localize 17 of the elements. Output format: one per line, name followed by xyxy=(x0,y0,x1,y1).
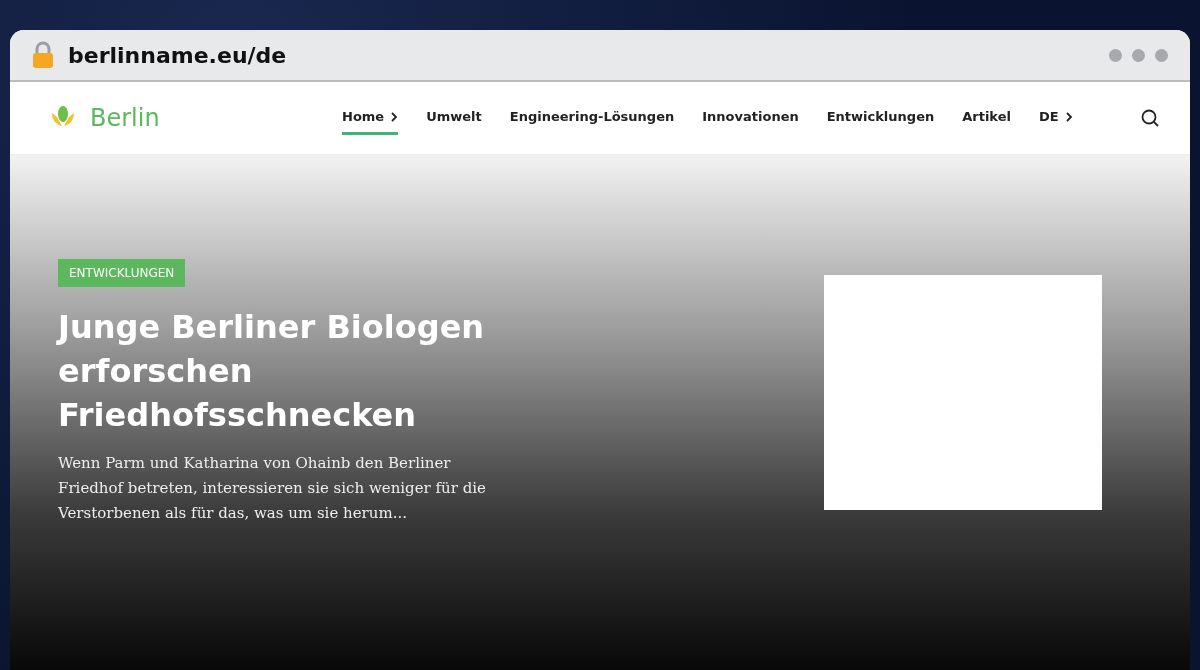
chevron-icon xyxy=(390,111,399,122)
nav-link[interactable]: Engineering-Lösungen xyxy=(509,101,675,135)
window-dot xyxy=(1109,48,1122,62)
search-icon[interactable] xyxy=(1140,108,1160,128)
nav-link[interactable]: Entwicklungen xyxy=(826,101,935,135)
lock-icon xyxy=(32,41,54,69)
url-text[interactable]: berlinname.eu/de xyxy=(68,42,287,68)
nav-link[interactable]: DE xyxy=(1038,101,1073,135)
nav-link[interactable]: Innovationen xyxy=(702,101,799,135)
nav-link[interactable]: Home xyxy=(342,101,399,135)
window-dot xyxy=(1132,48,1145,62)
nav-link[interactable]: Umwelt xyxy=(426,101,482,135)
nav-link[interactable]: Artikel xyxy=(962,101,1011,135)
article-excerpt: Wenn Parm und Katharina von Ohainb den Berliner Friedhof betreten, interessieren sie sich weniger für die Verstorbenen als für das, was um sie herum... xyxy=(58,453,487,524)
article-title[interactable]: Junge Berliner Biologen erforschen Friedhofsschnecken xyxy=(58,305,508,437)
window-dot xyxy=(1155,48,1168,62)
chevron-icon xyxy=(1064,111,1073,122)
